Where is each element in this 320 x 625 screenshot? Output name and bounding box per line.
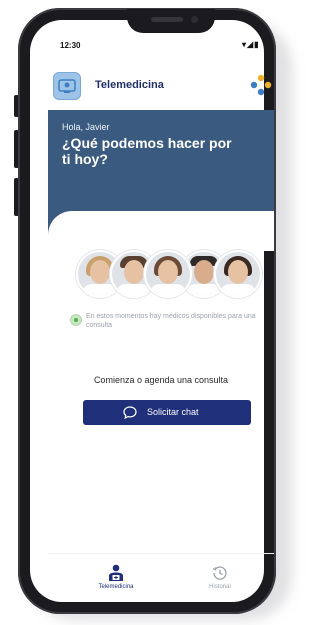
front-camera [191,16,198,23]
doctor-icon [109,564,123,581]
phone-notch [127,9,215,33]
doctor-avatar [144,250,192,298]
chat-bubble-icon [123,406,137,419]
tab-historial-label: Historial [209,584,231,590]
speaker-grille [151,17,183,22]
tab-telemedicina-label: Telemedicina [98,584,134,590]
hero-curve [48,211,274,251]
doctor-avatar [214,250,262,298]
doctor-avatars [76,250,262,300]
history-icon [212,566,227,580]
status-time: 12:30 [60,41,81,50]
hero-title: ¿Qué podemos hacer por ti hoy? [62,135,232,167]
tab-telemedicina[interactable]: Telemedicina [76,560,156,600]
logo-icon [58,79,76,93]
tab-historial[interactable]: Historial [180,560,260,600]
request-chat-button[interactable]: Solicitar chat [83,400,251,425]
availability-status: En estos momentos hay médicos disponible… [70,311,260,335]
hero-greeting: Hola, Javier [62,122,110,132]
apps-menu-icon[interactable] [250,74,272,96]
cta-label: Comienza o agenda una consulta [93,375,229,385]
available-dot-icon [70,314,82,326]
status-icons: ▾◢▮ [242,40,260,49]
app-title: Telemedicina [95,79,164,91]
availability-text: En estos momentos hay médicos disponible… [86,313,256,329]
request-chat-label: Solicitar chat [147,407,199,417]
app-logo [53,72,81,100]
tab-bar-divider [48,553,274,554]
